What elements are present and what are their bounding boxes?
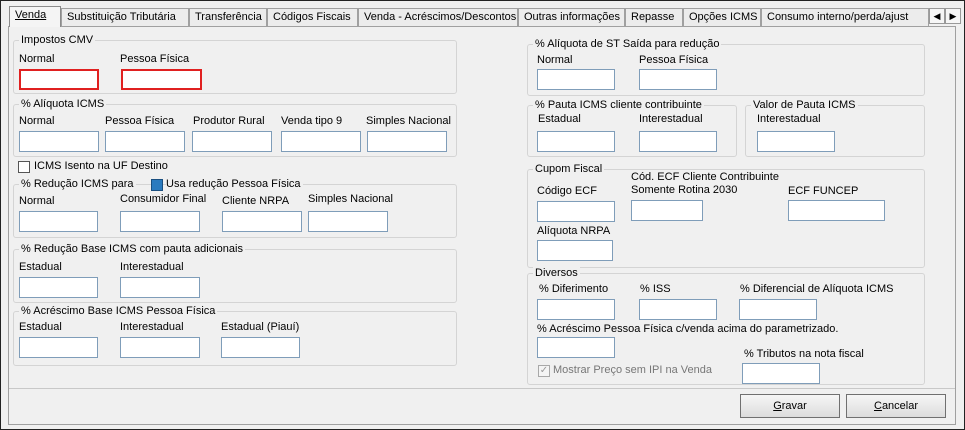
aliquota-simples-nacional-input[interactable]	[367, 131, 447, 152]
label-st-normal: Normal	[537, 54, 573, 66]
label-cod-ecf-cliente: Cód. ECF Cliente Contribuinte	[631, 171, 779, 183]
label-reducao-base-estadual: Estadual	[19, 261, 62, 273]
cancelar-button[interactable]: Cancelar	[846, 394, 946, 418]
group-title: Impostos CMV	[19, 34, 96, 46]
label-icms-isento: ICMS Isento na UF Destino	[34, 160, 168, 172]
tab-scroll-right-button[interactable]: ▶	[945, 8, 961, 24]
tab-venda-acrescimos-descontos[interactable]: Venda - Acréscimos/Descontos	[358, 8, 518, 26]
group-title: Cupom Fiscal	[533, 163, 605, 175]
reducao-normal-input[interactable]	[19, 211, 98, 232]
tab-venda[interactable]: Venda	[9, 6, 61, 27]
mostrar-preco-checkbox[interactable]: ✓	[538, 365, 550, 377]
label-acrescimo-estadual-piaui: Estadual (Piauí)	[221, 321, 300, 333]
tab-substituicao-tributaria[interactable]: Substituição Tributária	[61, 8, 189, 26]
label-mostrar-preco: Mostrar Preço sem IPI na Venda	[553, 364, 712, 376]
label-cmv-pessoa-fisica: Pessoa Física	[120, 53, 190, 65]
cmv-pessoa-fisica-input[interactable]	[121, 69, 202, 90]
label-pauta-interestadual: Interestadual	[639, 113, 703, 125]
acrescimo-estadual-piaui-input[interactable]	[221, 337, 300, 358]
label-diferimento: % Diferimento	[539, 283, 609, 295]
label-somente-rotina-2030: Somente Rotina 2030	[631, 184, 738, 196]
label-codigo-ecf: Código ECF	[537, 185, 597, 197]
reducao-base-estadual-input[interactable]	[19, 277, 98, 298]
gravar-button[interactable]: Gravar	[740, 394, 840, 418]
label-usa-reducao-pf: Usa redução Pessoa Física	[166, 178, 303, 190]
iss-input[interactable]	[639, 299, 717, 320]
tab-scroll-left-button[interactable]: ◀	[929, 8, 945, 24]
group-title: % Redução Base ICMS com pauta adicionais	[19, 243, 245, 255]
label-tributos-nota: % Tributos na nota fiscal	[744, 348, 864, 360]
label-diferencial-aliquota: % Diferencial de Alíquota ICMS	[740, 283, 894, 295]
label-cmv-normal: Normal	[19, 53, 55, 65]
label-reducao-cliente-nrpa: Cliente NRPA	[222, 195, 290, 207]
acrescimo-estadual-input[interactable]	[19, 337, 98, 358]
arrow-right-icon: ▶	[949, 11, 957, 21]
group-title: % Alíquota de ST Saída para redução	[533, 38, 722, 50]
icms-isento-checkbox[interactable]	[18, 161, 30, 173]
aliquota-venda-tipo9-input[interactable]	[281, 131, 361, 152]
label-aliquota-venda-tipo9: Venda tipo 9	[281, 115, 343, 127]
pauta-estadual-input[interactable]	[537, 131, 615, 152]
ecf-funcep-input[interactable]	[788, 200, 885, 221]
group-title: % Redução ICMS para	[19, 178, 136, 190]
st-pessoa-fisica-input[interactable]	[639, 69, 717, 90]
cmv-normal-input[interactable]	[19, 69, 99, 90]
label-ecf-funcep: ECF FUNCEP	[788, 185, 859, 197]
group-title: % Acréscimo Base ICMS Pessoa Física	[19, 305, 218, 317]
group-title: % Pauta ICMS cliente contribuinte	[533, 99, 704, 111]
reducao-consumidor-final-input[interactable]	[120, 211, 200, 232]
label-aliquota-nrpa: Alíquota NRPA	[537, 225, 611, 237]
label-aliquota-simples-nacional: Simples Nacional	[366, 115, 451, 127]
valor-pauta-interestadual-input[interactable]	[757, 131, 835, 152]
group-title: Valor de Pauta ICMS	[751, 99, 858, 111]
label-reducao-consumidor-final: Consumidor Final	[120, 193, 207, 205]
label-aliquota-normal: Normal	[19, 115, 55, 127]
aliquota-nrpa-input[interactable]	[537, 240, 613, 261]
group-title: % Alíquota ICMS	[19, 98, 107, 110]
tributos-nota-input[interactable]	[742, 363, 820, 384]
codigo-ecf-input[interactable]	[537, 201, 615, 222]
group-title: Diversos	[533, 267, 580, 279]
label-st-pessoa-fisica: Pessoa Física	[639, 54, 709, 66]
pauta-interestadual-input[interactable]	[639, 131, 717, 152]
label-aliquota-produtor-rural: Produtor Rural	[193, 115, 265, 127]
reducao-base-interestadual-input[interactable]	[120, 277, 200, 298]
usa-reducao-pf-checkbox[interactable]	[151, 179, 163, 191]
footer-divider	[9, 388, 955, 389]
label-reducao-normal: Normal	[19, 195, 55, 207]
label-valor-pauta-interestadual: Interestadual	[757, 113, 821, 125]
diferencial-aliquota-input[interactable]	[739, 299, 817, 320]
acrescimo-interestadual-input[interactable]	[120, 337, 200, 358]
label-reducao-base-interestadual: Interestadual	[120, 261, 184, 273]
diferimento-input[interactable]	[537, 299, 615, 320]
aliquota-normal-input[interactable]	[19, 131, 99, 152]
checkmark-icon: ✓	[539, 365, 549, 376]
tab-outras-informacoes[interactable]: Outras informações	[518, 8, 625, 26]
tab-panel-venda: Impostos CMV Normal Pessoa Física % Alíq…	[8, 26, 956, 425]
label-aliquota-pessoa-fisica: Pessoa Física	[105, 115, 175, 127]
aliquota-produtor-rural-input[interactable]	[192, 131, 272, 152]
tab-transferencia[interactable]: Transferência	[189, 8, 267, 26]
label-pauta-estadual: Estadual	[538, 113, 581, 125]
window: Venda Substituição Tributária Transferên…	[0, 0, 965, 430]
tab-repasse[interactable]: Repasse	[625, 8, 683, 26]
label-acrescimo-pf: % Acréscimo Pessoa Física c/venda acima …	[537, 323, 839, 335]
reducao-cliente-nrpa-input[interactable]	[222, 211, 302, 232]
reducao-simples-nacional-input[interactable]	[308, 211, 388, 232]
tab-codigos-fiscais[interactable]: Códigos Fiscais	[267, 8, 358, 26]
acrescimo-pf-input[interactable]	[537, 337, 615, 358]
aliquota-pessoa-fisica-input[interactable]	[105, 131, 185, 152]
cod-ecf-cliente-input[interactable]	[631, 200, 703, 221]
tab-opcoes-icms[interactable]: Opções ICMS	[683, 8, 761, 26]
label-acrescimo-interestadual: Interestadual	[120, 321, 184, 333]
label-iss: % ISS	[640, 283, 671, 295]
st-normal-input[interactable]	[537, 69, 615, 90]
tab-consumo-interno[interactable]: Consumo interno/perda/ajust	[761, 8, 929, 26]
label-reducao-simples-nacional: Simples Nacional	[308, 193, 393, 205]
arrow-left-icon: ◀	[933, 11, 941, 21]
label-acrescimo-estadual: Estadual	[19, 321, 62, 333]
